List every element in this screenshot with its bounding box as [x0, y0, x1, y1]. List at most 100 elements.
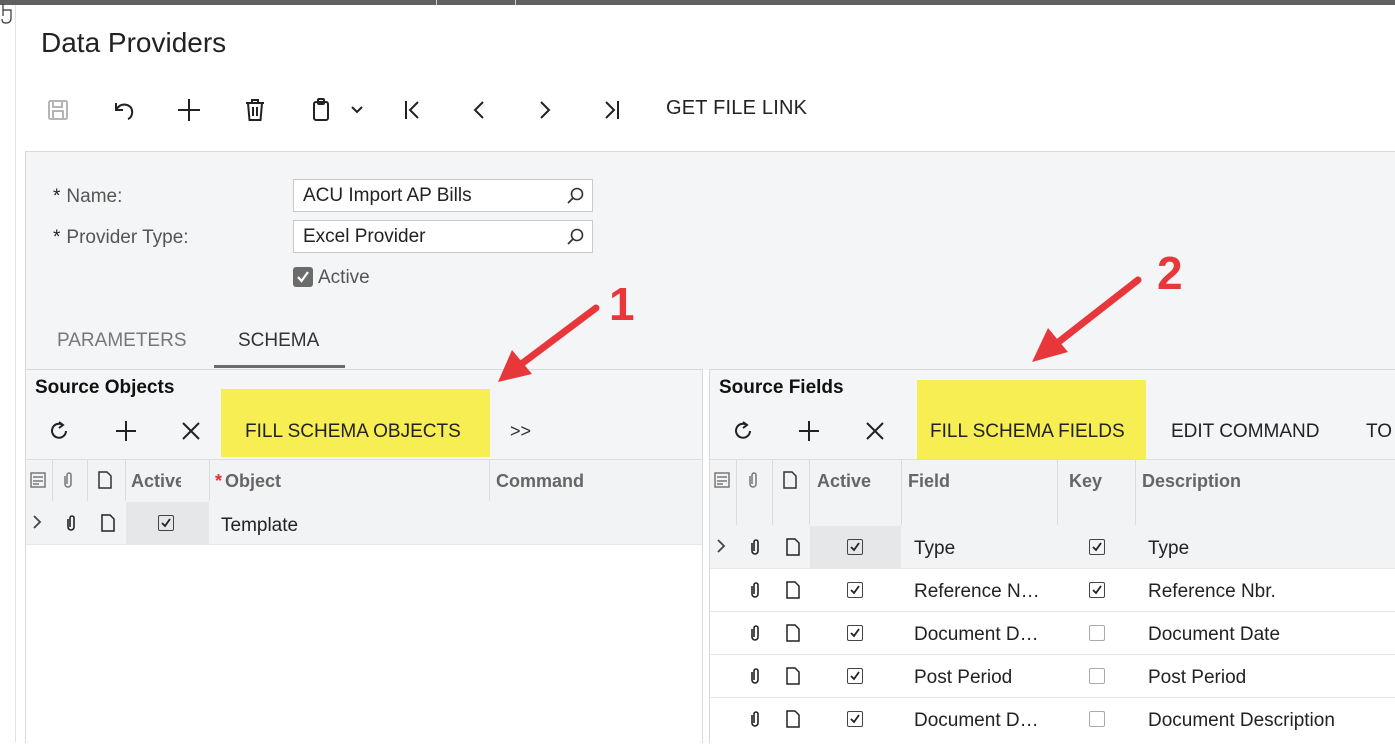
- column-active[interactable]: Active: [817, 471, 871, 492]
- file-icon[interactable]: [785, 667, 801, 690]
- row-active-checkbox[interactable]: [847, 539, 863, 555]
- field-cell: Document D…: [914, 624, 1039, 645]
- last-record-icon[interactable]: [595, 94, 627, 126]
- file-icon: [782, 471, 798, 494]
- refresh-icon[interactable]: [732, 420, 754, 447]
- file-icon[interactable]: [785, 624, 801, 647]
- col-sep: [52, 459, 53, 501]
- more-actions-icon[interactable]: >>: [510, 421, 531, 442]
- column-object[interactable]: Object: [225, 471, 281, 492]
- column-field[interactable]: Field: [908, 471, 950, 492]
- undo-icon[interactable]: [108, 94, 140, 126]
- row-active-checkbox[interactable]: [158, 515, 174, 531]
- description-cell: Post Period: [1148, 667, 1247, 688]
- search-icon[interactable]: [566, 186, 586, 212]
- file-icon[interactable]: [785, 538, 801, 561]
- field-cell: Type: [914, 538, 956, 559]
- name-label: * Name:: [53, 186, 123, 207]
- description-cell: Document Date: [1148, 624, 1281, 645]
- edit-command-button[interactable]: EDIT COMMAND: [1171, 421, 1319, 443]
- grid-header: [710, 459, 1395, 527]
- row-key-checkbox[interactable]: [1089, 625, 1105, 641]
- row-key-checkbox[interactable]: [1089, 711, 1105, 727]
- active-label: Active: [318, 267, 370, 288]
- provider-type-field[interactable]: Excel Provider: [293, 220, 593, 253]
- column-key[interactable]: Key: [1069, 471, 1102, 492]
- source-objects-title: Source Objects: [35, 377, 175, 398]
- strip-separator: [436, 0, 437, 5]
- column-active[interactable]: Active: [131, 471, 181, 492]
- col-sep: [125, 459, 126, 501]
- next-record-icon[interactable]: [529, 94, 561, 126]
- plus-icon[interactable]: [114, 419, 138, 448]
- top-strip: [0, 0, 1395, 5]
- row-active-checkbox[interactable]: [847, 582, 863, 598]
- col-sep: [736, 459, 737, 525]
- fill-schema-fields-button[interactable]: FILL SCHEMA FIELDS: [930, 421, 1125, 443]
- source-fields-title: Source Fields: [719, 377, 844, 398]
- row-active-checkbox[interactable]: [847, 668, 863, 684]
- row-key-checkbox[interactable]: [1089, 582, 1105, 598]
- chevron-right-icon[interactable]: [32, 515, 42, 534]
- name-value: ACU Import AP Bills: [303, 184, 472, 206]
- table-row[interactable]: [710, 612, 1395, 655]
- table-row[interactable]: [710, 569, 1395, 612]
- row-active-checkbox[interactable]: [847, 625, 863, 641]
- plus-icon[interactable]: [797, 419, 821, 448]
- page-title: Data Providers: [41, 27, 227, 58]
- file-icon[interactable]: [785, 710, 801, 733]
- column-description[interactable]: Description: [1142, 471, 1241, 492]
- field-cell: Document D…: [914, 710, 1039, 731]
- hand-cursor-icon: [0, 2, 14, 32]
- paperclip-icon[interactable]: [63, 514, 79, 537]
- col-sep: [1057, 459, 1058, 525]
- row-key-checkbox[interactable]: [1089, 668, 1105, 684]
- table-row[interactable]: [710, 655, 1395, 698]
- file-icon[interactable]: [785, 581, 801, 604]
- chevron-down-icon[interactable]: [341, 94, 373, 126]
- paperclip-icon[interactable]: [747, 624, 763, 647]
- paperclip-icon[interactable]: [747, 710, 763, 733]
- paperclip-icon[interactable]: [747, 667, 763, 690]
- field-cell: Post Period: [914, 667, 1013, 688]
- description-cell: Type: [1148, 538, 1190, 559]
- annotation-arrow-2: [1032, 276, 1142, 362]
- col-sep: [809, 459, 810, 525]
- close-icon[interactable]: [865, 421, 885, 446]
- refresh-icon[interactable]: [48, 420, 70, 447]
- col-sep: [772, 459, 773, 525]
- source-fields-rows: Type Type Reference N… Reference Nbr. Do…: [710, 526, 1395, 746]
- description-cell: Document Description: [1148, 710, 1335, 731]
- previous-record-icon[interactable]: [463, 94, 495, 126]
- active-checkbox[interactable]: [293, 267, 313, 287]
- file-icon[interactable]: [100, 514, 116, 537]
- first-record-icon[interactable]: [397, 94, 429, 126]
- row-active-checkbox[interactable]: [847, 711, 863, 727]
- left-gutter: [0, 5, 16, 742]
- active-tab-indicator: [214, 365, 345, 368]
- save-icon[interactable]: [42, 94, 74, 126]
- search-icon[interactable]: [566, 227, 586, 253]
- paperclip-icon[interactable]: [747, 538, 763, 561]
- close-icon[interactable]: [181, 421, 201, 446]
- tab-schema[interactable]: SCHEMA: [238, 330, 319, 352]
- truncated-toolbar-button[interactable]: TO: [1366, 421, 1395, 443]
- column-command[interactable]: Command: [496, 471, 584, 492]
- tab-parameters[interactable]: PARAMETERS: [57, 330, 187, 352]
- row-key-checkbox[interactable]: [1089, 539, 1105, 555]
- clipboard-icon[interactable]: [305, 94, 337, 126]
- chevron-right-icon[interactable]: [716, 539, 726, 558]
- name-field[interactable]: ACU Import AP Bills: [293, 179, 593, 212]
- grid-header: [26, 459, 702, 503]
- get-file-link-button[interactable]: GET FILE LINK: [666, 97, 807, 120]
- paperclip-icon: [745, 471, 761, 494]
- col-sep: [1135, 459, 1136, 525]
- col-sep: [489, 459, 490, 501]
- plus-icon[interactable]: [173, 94, 205, 126]
- trash-icon[interactable]: [239, 94, 271, 126]
- strip-separator: [515, 0, 516, 5]
- notes-icon: [713, 471, 731, 494]
- fill-schema-objects-button[interactable]: FILL SCHEMA OBJECTS: [245, 421, 461, 443]
- provider-type-label: * Provider Type:: [53, 227, 189, 248]
- paperclip-icon[interactable]: [747, 581, 763, 604]
